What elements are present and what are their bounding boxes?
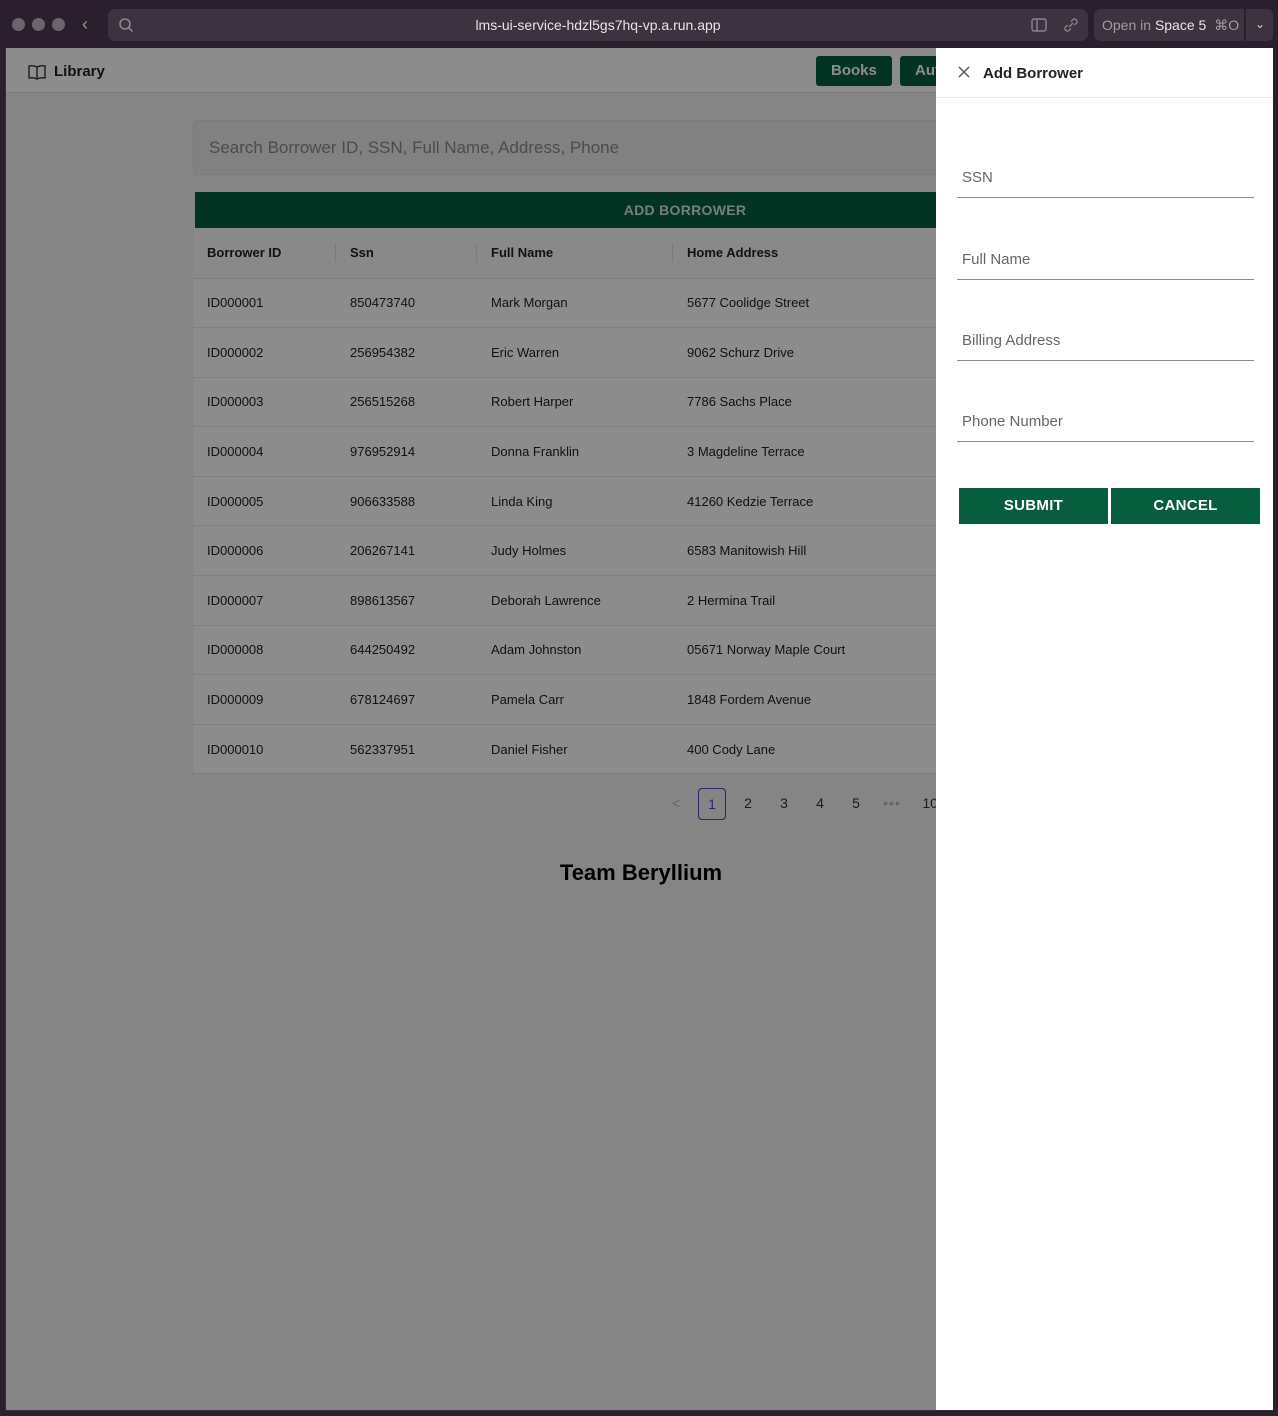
submit-button[interactable]: SUBMIT (959, 488, 1108, 524)
close-icon[interactable] (956, 64, 972, 80)
link-icon[interactable] (1062, 16, 1082, 34)
browser-toolbar: ‹ lms-ui-service-hdzl5gs7hq-vp.a.run.app… (0, 0, 1278, 48)
drawer-header: Add Borrower (936, 48, 1276, 98)
open-in-label: Open in (1102, 17, 1152, 33)
open-in-space-button[interactable]: Open in Space 5 ⌘O (1094, 9, 1244, 41)
full-name-field (957, 240, 1254, 280)
ssn-input[interactable] (957, 158, 1254, 197)
extension-icon[interactable] (1030, 16, 1050, 34)
url-text: lms-ui-service-hdzl5gs7hq-vp.a.run.app (475, 17, 721, 33)
billing-address-input[interactable] (957, 321, 1254, 360)
billing-address-field (957, 321, 1254, 361)
phone-number-input[interactable] (957, 402, 1254, 441)
address-bar[interactable]: lms-ui-service-hdzl5gs7hq-vp.a.run.app (108, 9, 1088, 41)
add-borrower-drawer: Add Borrower SUBMIT CANCEL (936, 48, 1276, 1410)
phone-number-field (957, 402, 1254, 442)
close-window-dot[interactable] (12, 18, 25, 31)
shortcut-label: ⌘O (1214, 17, 1240, 33)
cancel-button[interactable]: CANCEL (1111, 488, 1260, 524)
zoom-window-dot[interactable] (52, 18, 65, 31)
space-name: Space 5 (1154, 17, 1207, 33)
full-name-input[interactable] (957, 240, 1254, 279)
back-arrow-icon[interactable]: ‹ (82, 13, 96, 35)
drawer-title: Add Borrower (983, 65, 1084, 82)
minimize-window-dot[interactable] (32, 18, 45, 31)
ssn-field (957, 158, 1254, 198)
chevron-down-icon[interactable]: ⌄ (1246, 9, 1274, 41)
